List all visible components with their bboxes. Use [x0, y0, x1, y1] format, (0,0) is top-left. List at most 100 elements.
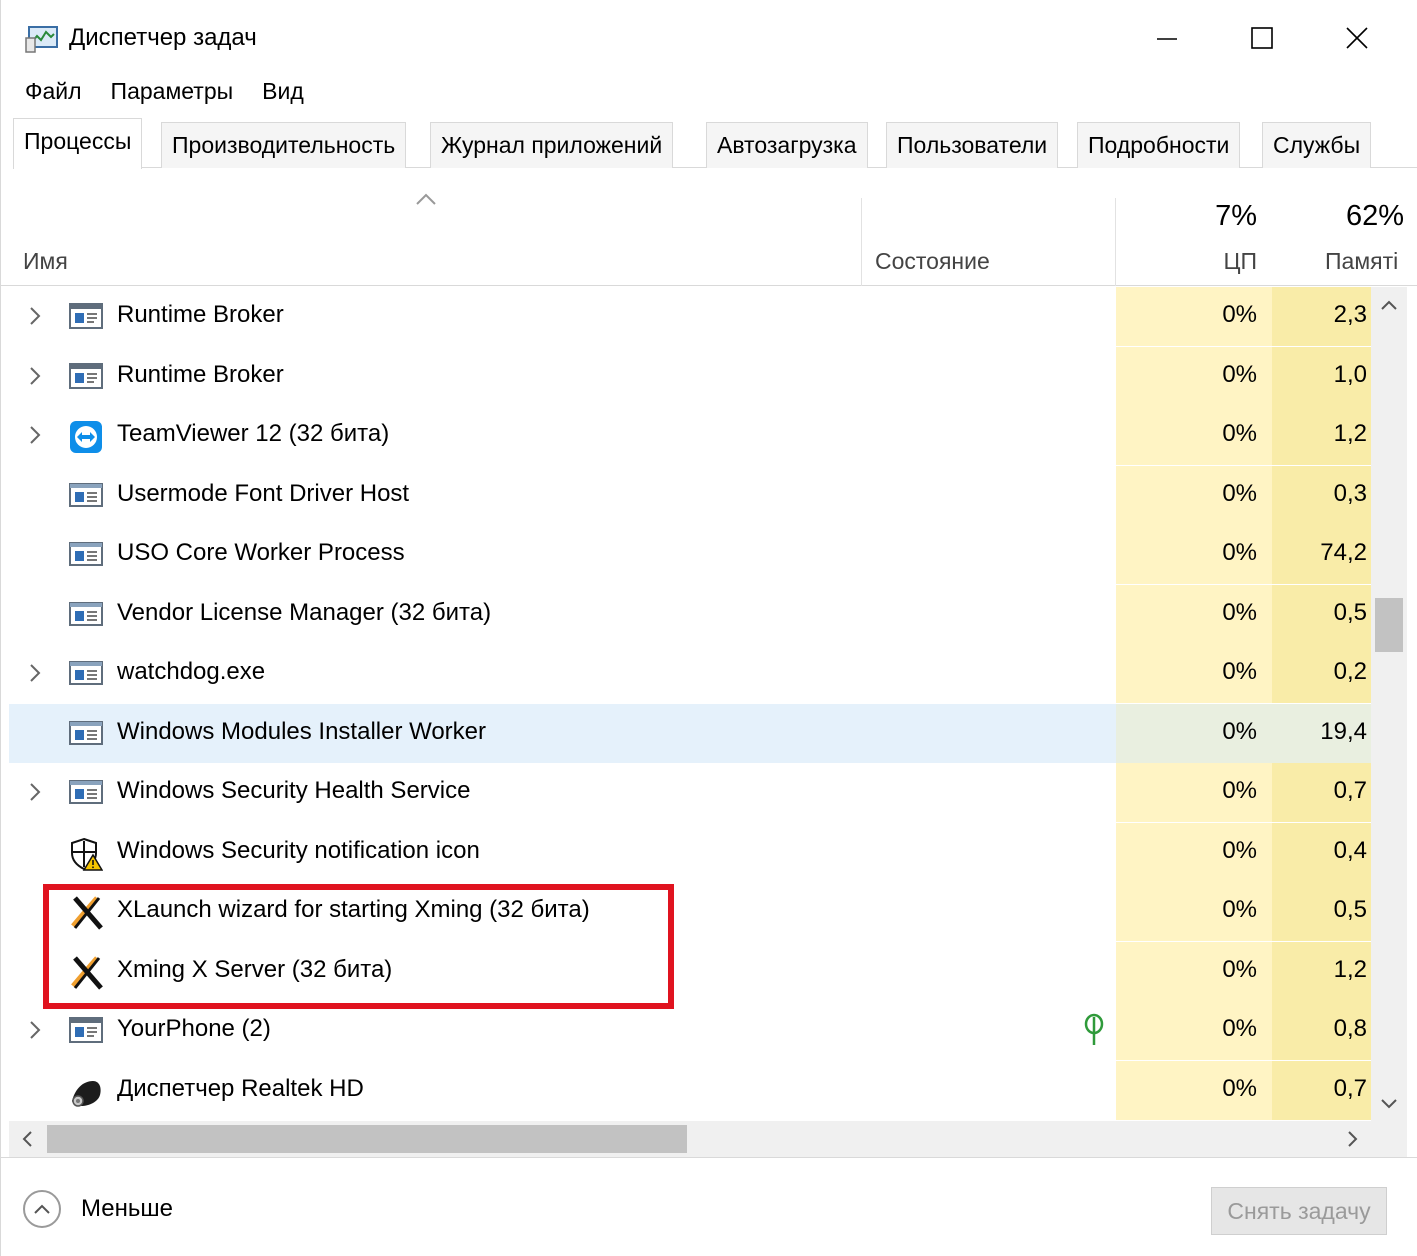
tab-details[interactable]: Подробности: [1077, 122, 1241, 168]
leaf-suspended-icon: [1082, 1013, 1106, 1047]
process-name: Windows Modules Installer Worker: [117, 717, 487, 745]
process-row[interactable]: Runtime Broker 0% 1,0: [9, 346, 1371, 406]
process-name: watchdog.exe: [117, 658, 266, 685]
minimize-button[interactable]: [1136, 14, 1198, 62]
process-memory: 2,3: [1333, 301, 1367, 328]
column-header-memory[interactable]: Памяті: [1325, 248, 1398, 275]
column-header-name[interactable]: Имя: [23, 248, 68, 275]
fewer-details-label: Меньше: [81, 1195, 173, 1222]
process-cpu: 0%: [1222, 420, 1257, 447]
end-task-button[interactable]: Снять задачу: [1211, 1187, 1387, 1235]
process-name: YourPhone (2): [117, 1015, 271, 1042]
tab-strip: Процессы Производительность Журнал прило…: [13, 118, 1417, 169]
menu-bar: Файл Параметры Вид: [1, 76, 319, 110]
process-cpu: 0%: [1222, 1074, 1257, 1102]
cpu-total-percent[interactable]: 7%: [1181, 200, 1257, 233]
process-cpu: 0%: [1222, 479, 1257, 507]
process-memory: 0,3: [1333, 479, 1367, 507]
horizontal-scrollbar-thumb[interactable]: [47, 1125, 687, 1153]
process-cpu: 0%: [1222, 836, 1257, 864]
tab-users[interactable]: Пользователи: [886, 122, 1059, 168]
scroll-right-button[interactable]: [1335, 1121, 1371, 1157]
scroll-down-button[interactable]: [1371, 1085, 1407, 1121]
process-name: Usermode Font Driver Host: [117, 479, 410, 507]
memory-total-percent[interactable]: 62%: [1346, 200, 1404, 233]
process-row[interactable]: Windows Security Health Service 0% 0,7: [9, 763, 1371, 822]
process-memory: 1,2: [1333, 955, 1367, 983]
process-cpu: 0%: [1222, 360, 1257, 388]
footer-bar: [1, 1157, 1417, 1256]
column-header-status[interactable]: Состояние: [875, 248, 990, 275]
tab-services[interactable]: Службы: [1262, 122, 1372, 168]
process-memory: 0,7: [1333, 777, 1367, 804]
process-name: Runtime Broker: [117, 360, 284, 388]
process-cpu: 0%: [1222, 598, 1257, 626]
process-memory: 19,4: [1320, 717, 1367, 745]
expand-chevron-icon[interactable]: [25, 1018, 45, 1042]
tab-app-history[interactable]: Журнал приложений: [430, 122, 674, 168]
process-row[interactable]: watchdog.exe 0% 0,2: [9, 644, 1371, 703]
process-row[interactable]: TeamViewer 12 (32 бита) 0% 1,2: [9, 406, 1371, 465]
process-window-icon: [69, 718, 103, 748]
expand-chevron-icon[interactable]: [25, 304, 45, 328]
process-cpu: 0%: [1222, 717, 1257, 745]
scroll-up-button[interactable]: [1371, 287, 1407, 323]
process-row[interactable]: Runtime Broker 0% 2,3: [9, 287, 1371, 346]
process-name: Vendor License Manager (32 бита): [117, 598, 492, 626]
process-name: Windows Security Health Service: [117, 777, 471, 804]
process-window-icon: [69, 480, 103, 510]
realtek-speaker-icon: [69, 1075, 103, 1107]
column-header-row: Имя Состояние 7% ЦП 62% Памяті: [1, 168, 1417, 286]
process-window-icon: [69, 658, 103, 688]
window-title: Диспетчер задач: [69, 24, 257, 51]
menu-options[interactable]: Параметры: [97, 76, 249, 110]
column-divider[interactable]: [1115, 198, 1116, 286]
expand-chevron-icon[interactable]: [25, 661, 45, 685]
process-name: Диспетчер Realtek HD: [117, 1074, 364, 1102]
process-row[interactable]: Usermode Font Driver Host 0% 0,3: [9, 465, 1371, 525]
expand-chevron-icon[interactable]: [25, 423, 45, 447]
chevron-up-circle-icon: [23, 1190, 61, 1228]
process-row[interactable]: Windows Security notification icon 0% 0,4: [9, 822, 1371, 882]
menu-file[interactable]: Файл: [1, 76, 97, 110]
expand-chevron-icon[interactable]: [25, 364, 45, 388]
app-window-icon: [69, 301, 103, 331]
process-memory: 0,5: [1333, 598, 1367, 626]
title-bar: Диспетчер задач: [1, 0, 1417, 76]
process-cpu: 0%: [1222, 301, 1257, 328]
process-cpu: 0%: [1222, 896, 1257, 923]
process-name: Runtime Broker: [117, 301, 284, 328]
process-cpu: 0%: [1222, 955, 1257, 983]
process-row[interactable]: USO Core Worker Process 0% 74,2: [9, 525, 1371, 584]
tab-startup[interactable]: Автозагрузка: [706, 122, 868, 168]
highlight-box-annotation: [43, 884, 674, 1009]
fewer-details-toggle[interactable]: Меньше: [23, 1190, 173, 1228]
task-manager-icon: [25, 24, 61, 54]
process-name: TeamViewer 12 (32 бита): [117, 420, 390, 447]
vertical-scrollbar-thumb[interactable]: [1375, 598, 1403, 652]
process-row[interactable]: Windows Modules Installer Worker 0% 19,4: [9, 703, 1371, 763]
tab-processes[interactable]: Процессы: [13, 118, 143, 169]
scroll-left-button[interactable]: [9, 1121, 45, 1157]
process-memory: 0,7: [1333, 1074, 1367, 1102]
process-name: USO Core Worker Process: [117, 539, 405, 566]
horizontal-scrollbar[interactable]: [9, 1121, 1371, 1157]
process-cpu: 0%: [1222, 777, 1257, 804]
process-row[interactable]: YourPhone (2) 0% 0,8: [9, 1001, 1371, 1060]
process-memory: 0,8: [1333, 1015, 1367, 1042]
close-button[interactable]: [1326, 14, 1388, 62]
process-row[interactable]: Vendor License Manager (32 бита) 0% 0,5: [9, 584, 1371, 644]
process-cpu: 0%: [1222, 658, 1257, 685]
process-memory: 0,4: [1333, 836, 1367, 864]
vertical-scrollbar[interactable]: [1371, 287, 1407, 1121]
app-window-icon: [69, 1015, 103, 1045]
maximize-button[interactable]: [1231, 14, 1293, 62]
tab-performance[interactable]: Производительность: [161, 122, 407, 168]
sort-ascending-icon: [415, 192, 437, 211]
process-cpu: 0%: [1222, 539, 1257, 566]
column-divider[interactable]: [861, 198, 862, 286]
menu-view[interactable]: Вид: [248, 76, 319, 110]
expand-chevron-icon[interactable]: [25, 780, 45, 804]
column-header-cpu[interactable]: ЦП: [1181, 248, 1257, 275]
process-row[interactable]: Диспетчер Realtek HD 0% 0,7: [9, 1060, 1371, 1120]
